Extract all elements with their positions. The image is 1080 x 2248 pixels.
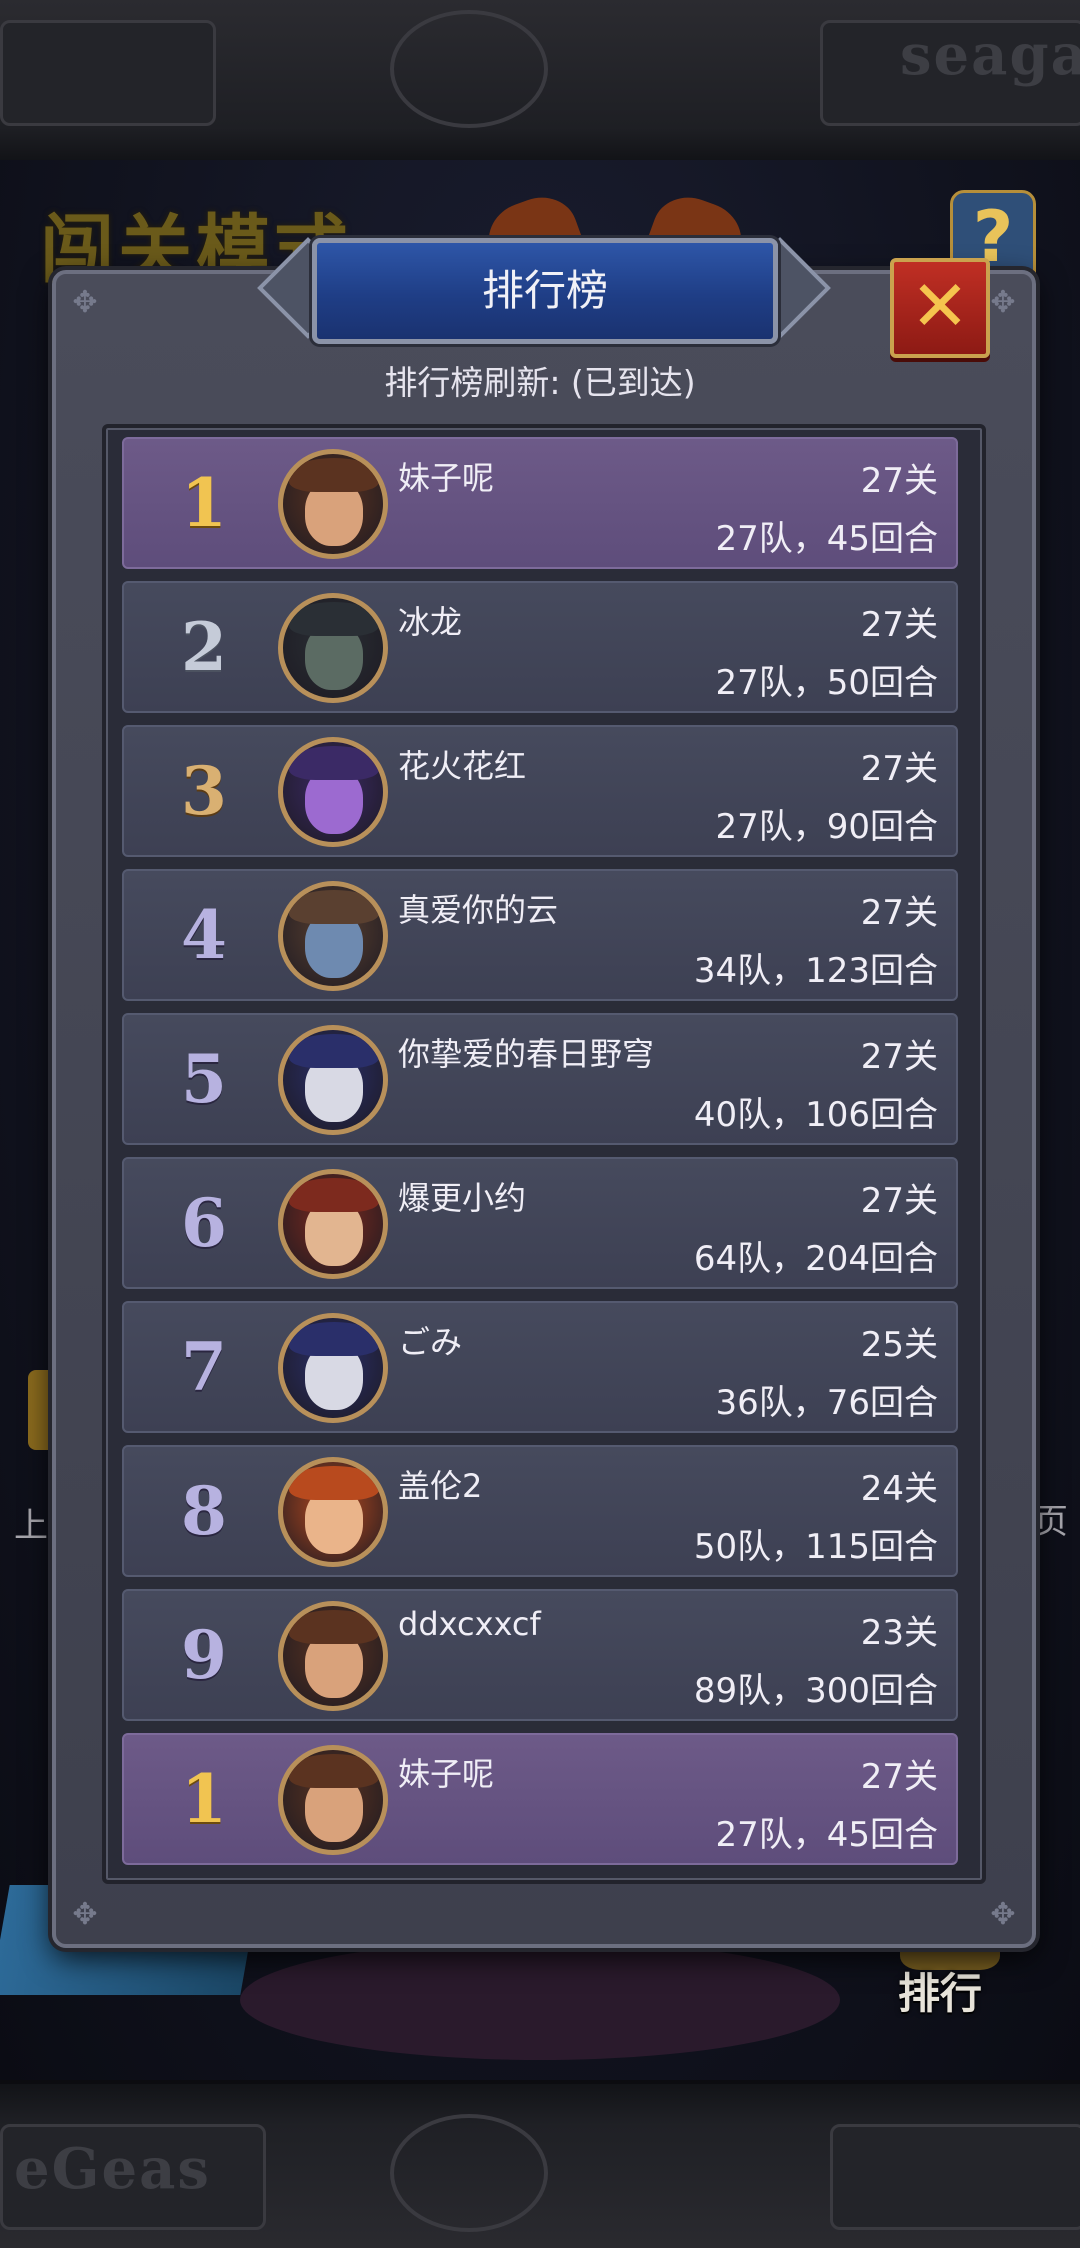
player-name: ddxcxxcf [398, 1605, 541, 1643]
stage-reached: 23关 [860, 1613, 938, 1653]
stage-reached: 27关 [860, 605, 938, 645]
my-rank-row[interactable]: 1 妹子呢 27关 27队，45回合 [122, 1733, 958, 1865]
avatar-headgear [289, 1610, 379, 1644]
player-name: 花火花红 [398, 747, 527, 785]
player-name: 真爱你的云 [398, 891, 559, 929]
leaderboard-row[interactable]: 3 花火花红 27关 27队，90回合 [122, 725, 958, 857]
stage-reached: 27关 [860, 1037, 938, 1077]
samurai-robot-avatar[interactable] [278, 1025, 388, 1135]
avatar-headgear [289, 1466, 379, 1500]
teams-and-rounds: 27队，45回合 [715, 519, 938, 559]
leaderboard-row[interactable]: 8 盖伦2 24关 50队，115回合 [122, 1445, 958, 1577]
stage-reached: 27关 [860, 1757, 938, 1797]
teams-and-rounds: 64队，204回合 [693, 1239, 938, 1279]
rank-number: 1 [181, 1760, 227, 1838]
player-name: 冰龙 [398, 603, 463, 641]
pirate-girl-avatar[interactable] [278, 1745, 388, 1855]
samurai-robot-avatar[interactable] [278, 1313, 388, 1423]
rank-number: 4 [181, 896, 227, 974]
rank-number: 3 [181, 752, 227, 830]
close-button[interactable]: ✕ [890, 258, 990, 358]
avatar-headgear [289, 1754, 379, 1788]
player-name: ごみ [398, 1323, 463, 1361]
leaderboard-row[interactable]: 2 冰龙 27关 27队，50回合 [122, 581, 958, 713]
frieze-panel-right [830, 2124, 1080, 2230]
leaderboard-row[interactable]: 5 你挚爱的春日野穹 27关 40队，106回合 [122, 1013, 958, 1145]
player-name: 妹子呢 [398, 1755, 495, 1793]
rank-number: 8 [181, 1472, 227, 1550]
leaderboard-row[interactable]: 6 爆更小约 27关 64队，204回合 [122, 1157, 958, 1289]
next-page-label[interactable]: 页 [1034, 1494, 1068, 1543]
player-name: 盖伦2 [398, 1467, 483, 1505]
bottom-brand-text: eGeas [14, 2136, 211, 2202]
pirate-girl-avatar[interactable] [278, 1601, 388, 1711]
frieze-panel-left [0, 20, 216, 126]
leaderboard-row[interactable]: 1 妹子呢 27关 27队，45回合 [122, 437, 958, 569]
pirate-girl-avatar[interactable] [278, 449, 388, 559]
frieze-emblem [390, 10, 548, 128]
corner-ornament: ✥ [990, 285, 1016, 320]
goblin-pilot-avatar[interactable] [278, 881, 388, 991]
teams-and-rounds: 27队，90回合 [715, 807, 938, 847]
prev-page-label[interactable]: 上 [14, 1498, 48, 1547]
player-name: 你挚爱的春日野穹 [398, 1035, 655, 1073]
refresh-status: 排行榜刷新: (已到达) [384, 363, 696, 402]
corner-ornament: ✥ [990, 1897, 1016, 1932]
teams-and-rounds: 40队，106回合 [693, 1095, 938, 1135]
teams-and-rounds: 89队，300回合 [693, 1671, 938, 1711]
avatar-headgear [289, 1178, 379, 1212]
player-name: 妹子呢 [398, 459, 495, 497]
top-frieze: seaga [0, 0, 1080, 164]
teams-and-rounds: 27队，45回合 [715, 1815, 938, 1855]
stage-reached: 27关 [860, 1181, 938, 1221]
dwarf-miner-avatar[interactable] [278, 1169, 388, 1279]
teams-and-rounds: 50队，115回合 [693, 1527, 938, 1567]
stage-reached: 27关 [860, 461, 938, 501]
leaderboard-row[interactable]: 9 ddxcxxcf 23关 89队，300回合 [122, 1589, 958, 1721]
corner-ornament: ✥ [72, 1897, 98, 1932]
stage-reached: 24关 [860, 1469, 938, 1509]
teams-and-rounds: 34队，123回合 [693, 951, 938, 991]
stage-reached: 27关 [860, 893, 938, 933]
leaderboard-row[interactable]: 4 真爱你的云 27关 34队，123回合 [122, 869, 958, 1001]
dark-knight-avatar[interactable] [278, 593, 388, 703]
leaderboard-row[interactable]: 7 ごみ 25关 36队，76回合 [122, 1301, 958, 1433]
avatar-headgear [289, 458, 379, 492]
purple-mage-avatar[interactable] [278, 737, 388, 847]
rank-number: 5 [181, 1040, 227, 1118]
frieze-emblem [390, 2114, 548, 2232]
bottom-frieze: eGeas [0, 2080, 1080, 2248]
teams-and-rounds: 27队，50回合 [715, 663, 938, 703]
dialog-title: 排行榜 [481, 266, 608, 315]
player-name: 爆更小约 [398, 1179, 527, 1217]
rank-number: 9 [181, 1616, 227, 1694]
rank-number: 2 [181, 608, 227, 686]
avatar-headgear [289, 1322, 379, 1356]
stage-reached: 25关 [860, 1325, 938, 1365]
close-icon: ✕ [910, 265, 970, 347]
corner-ornament: ✥ [72, 285, 98, 320]
avatar-headgear [289, 1034, 379, 1068]
rank-number: 6 [181, 1184, 227, 1262]
top-brand-text: seaga [900, 22, 1080, 88]
scene-decoration [240, 1940, 840, 2060]
rank-button-label: 排行 [898, 1969, 983, 2018]
teams-and-rounds: 36队，76回合 [715, 1383, 938, 1423]
avatar-headgear [289, 602, 379, 636]
rank-number: 1 [181, 464, 227, 542]
redhead-boy-avatar[interactable] [278, 1457, 388, 1567]
avatar-headgear [289, 890, 379, 924]
avatar-headgear [289, 746, 379, 780]
stage-reached: 27关 [860, 749, 938, 789]
rank-number: 7 [181, 1328, 227, 1406]
